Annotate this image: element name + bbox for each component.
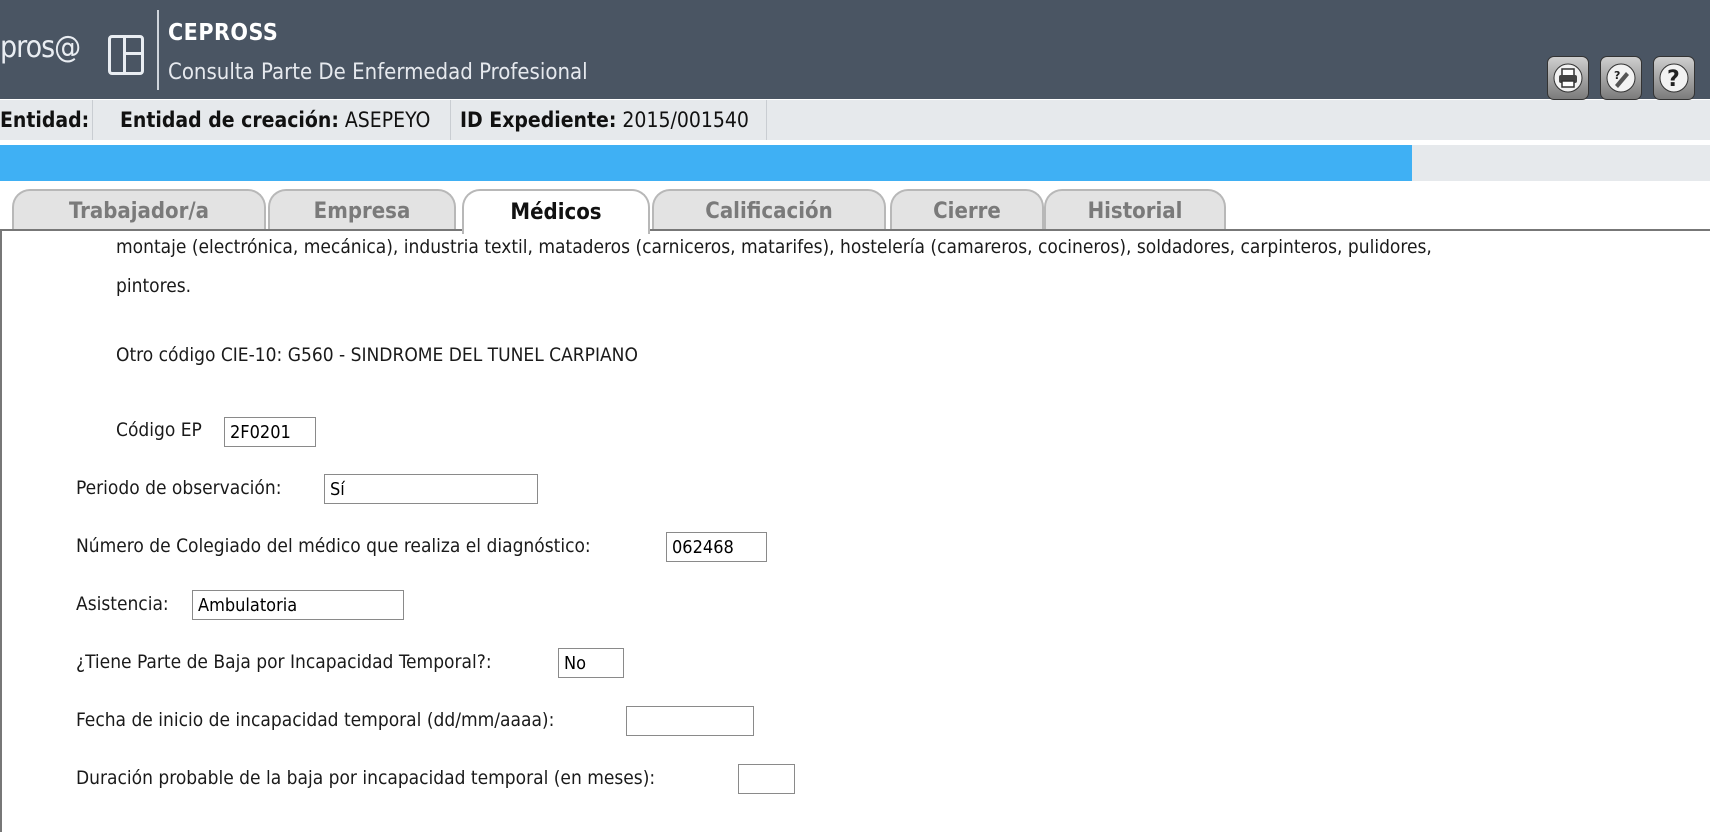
svg-text:?: ? (1667, 67, 1680, 92)
id-expediente-cell: ID Expediente: 2015/001540 (452, 100, 767, 140)
accent-strip-end (1412, 145, 1710, 181)
accent-strip (0, 145, 1412, 181)
description-text-line2: pintores. (116, 275, 192, 297)
duracion-field[interactable] (738, 764, 795, 794)
app-title: CEPROSS (168, 20, 279, 46)
numero-colegiado-field[interactable] (666, 532, 767, 562)
id-expediente-value: 2015/001540 (622, 108, 749, 132)
entidad-creacion-value: ASEPEYO (344, 108, 431, 132)
question-icon: ? (1659, 63, 1689, 93)
logo-mark-icon (108, 35, 144, 75)
tab-calificacion[interactable]: Calificación (652, 189, 886, 231)
fecha-inicio-field[interactable] (626, 706, 754, 736)
parte-baja-label: ¿Tiene Parte de Baja por Incapacidad Tem… (76, 651, 492, 673)
tab-cierre[interactable]: Cierre (890, 189, 1044, 231)
medicos-panel: montaje (electrónica, mecánica), industr… (0, 231, 1710, 832)
svg-text:?: ? (1614, 69, 1620, 82)
tab-bar: Trabajador/a Empresa Médicos Calificació… (0, 185, 1710, 234)
asistencia-label: Asistencia: (76, 593, 169, 615)
tab-medicos[interactable]: Médicos (462, 189, 650, 234)
app-logo: pros@ (0, 10, 159, 90)
record-info-bar: Entidad: Entidad de creación: ASEPEYO ID… (0, 100, 1710, 140)
help-button[interactable]: ? (1653, 56, 1695, 100)
page-subtitle: Consulta Parte De Enfermedad Profesional (168, 60, 588, 85)
asistencia-field[interactable] (192, 590, 404, 620)
entidad-creacion-label: Entidad de creación: (120, 108, 339, 132)
tab-historial[interactable]: Historial (1044, 189, 1226, 231)
id-expediente-label: ID Expediente: (460, 108, 617, 132)
logo-text: pros@ (0, 30, 81, 65)
duracion-label: Duración probable de la baja por incapac… (76, 767, 656, 789)
printer-icon (1553, 63, 1583, 93)
app-header: pros@ CEPROSS Consulta Parte De Enfermed… (0, 0, 1710, 100)
otro-codigo-text: Otro código CIE-10: G560 - SINDROME DEL … (116, 344, 638, 366)
fecha-inicio-label: Fecha de inicio de incapacidad temporal … (76, 709, 555, 731)
description-text-line1: montaje (electrónica, mecánica), industr… (116, 236, 1432, 258)
help-wizard-button[interactable]: ? (1600, 56, 1642, 100)
entidad-label: Entidad: (0, 108, 90, 132)
entidad-creacion-cell: Entidad de creación: ASEPEYO (112, 100, 451, 140)
entidad-cell: Entidad: (0, 100, 93, 140)
tab-empresa[interactable]: Empresa (268, 189, 456, 231)
tab-trabajador[interactable]: Trabajador/a (12, 189, 266, 231)
periodo-observacion-label: Periodo de observación: (76, 477, 282, 499)
help-pen-icon: ? (1606, 63, 1636, 93)
parte-baja-field[interactable] (558, 648, 624, 678)
print-button[interactable] (1547, 56, 1589, 100)
codigo-ep-label: Código EP (116, 419, 202, 441)
codigo-ep-field[interactable] (224, 417, 316, 447)
numero-colegiado-label: Número de Colegiado del médico que reali… (76, 535, 591, 557)
periodo-observacion-field[interactable] (324, 474, 538, 504)
